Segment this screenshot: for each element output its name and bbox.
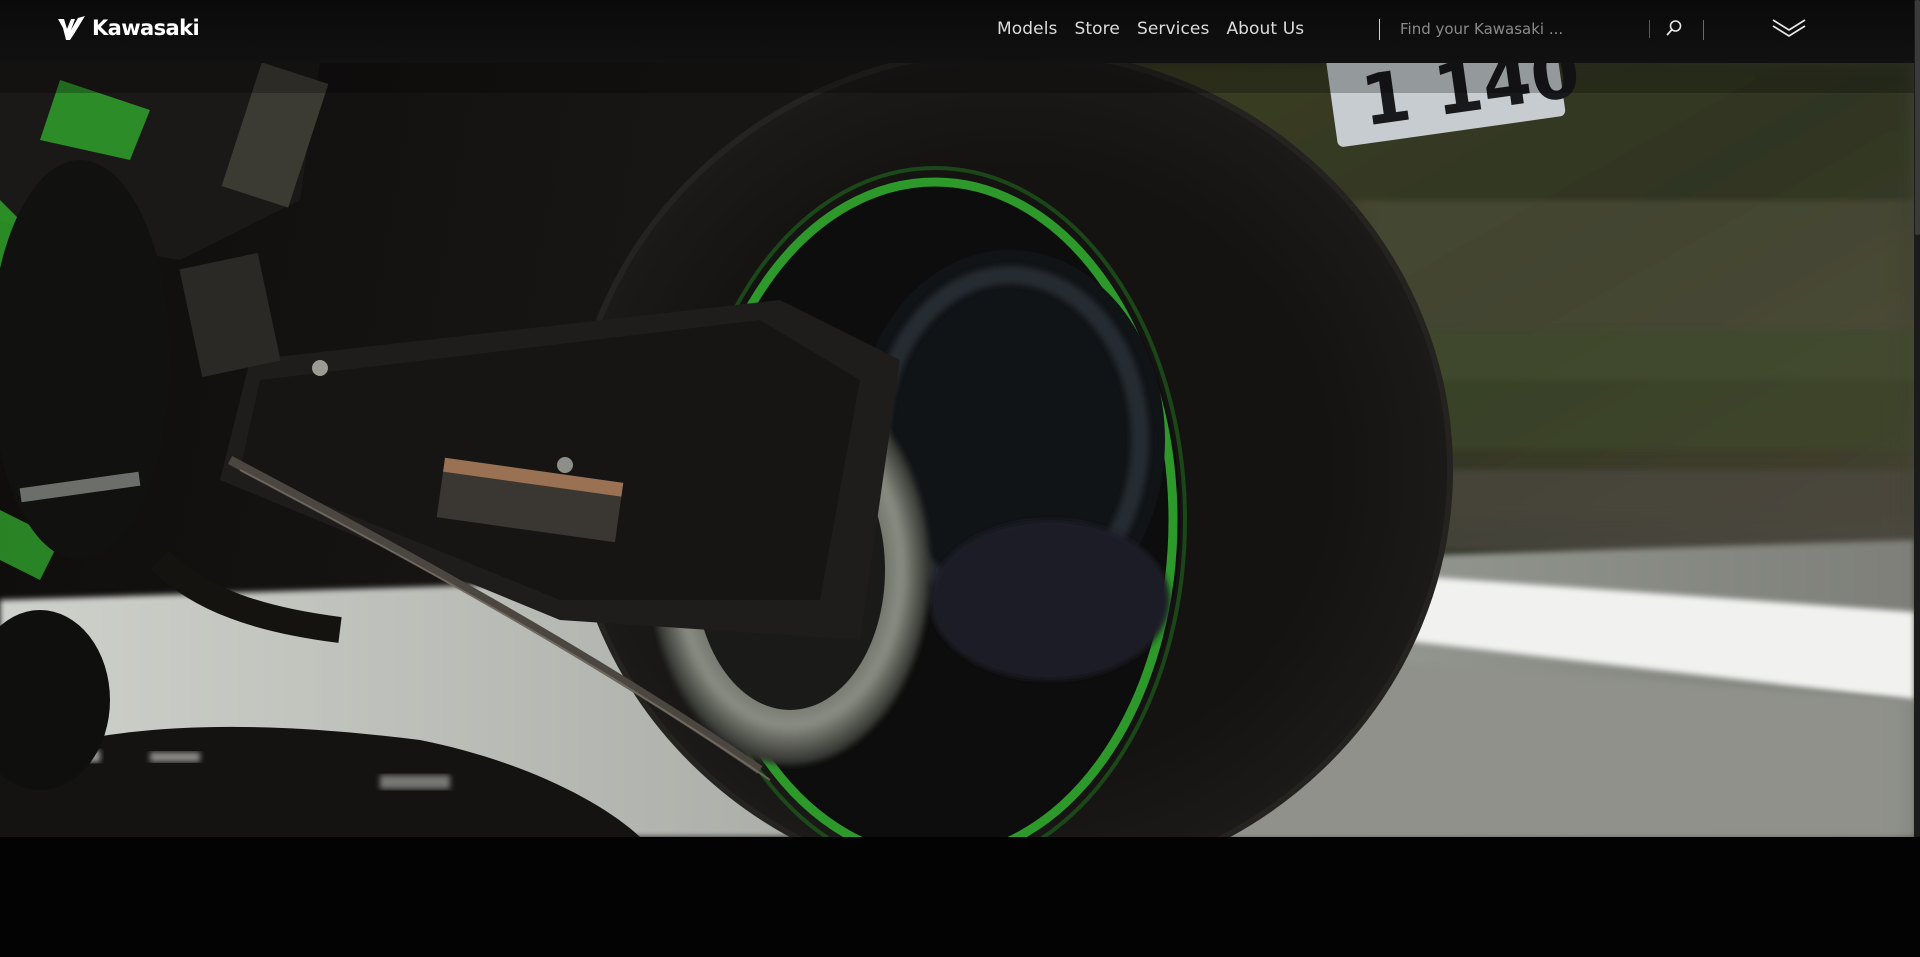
nav-models[interactable]: Models (997, 19, 1058, 39)
hero-image: 1 140 (0, 27, 1914, 837)
content-section (0, 837, 1920, 957)
search-button[interactable] (1664, 18, 1684, 38)
menu-divider (1703, 20, 1704, 40)
search-divider (1649, 20, 1650, 38)
nav-divider (1379, 19, 1380, 40)
nav-services[interactable]: Services (1137, 19, 1210, 39)
menu-toggle-button[interactable] (1770, 17, 1808, 39)
main-nav: Models Store Services About Us (997, 19, 1304, 39)
site-header: Kawasaki Models Store Services About Us (0, 0, 1914, 63)
kawasaki-river-mark-icon (58, 16, 85, 40)
brand-name: Kawasaki (92, 16, 200, 40)
search-input[interactable] (1400, 16, 1640, 42)
nav-about-us[interactable]: About Us (1226, 19, 1304, 39)
brand-logo[interactable]: Kawasaki (57, 14, 200, 42)
scrollbar-thumb[interactable] (1915, 0, 1920, 235)
nav-store[interactable]: Store (1075, 19, 1120, 39)
double-chevron-down-icon (1772, 19, 1806, 38)
hero-video: 1 140 (0, 0, 1914, 837)
search-icon (1666, 20, 1682, 36)
